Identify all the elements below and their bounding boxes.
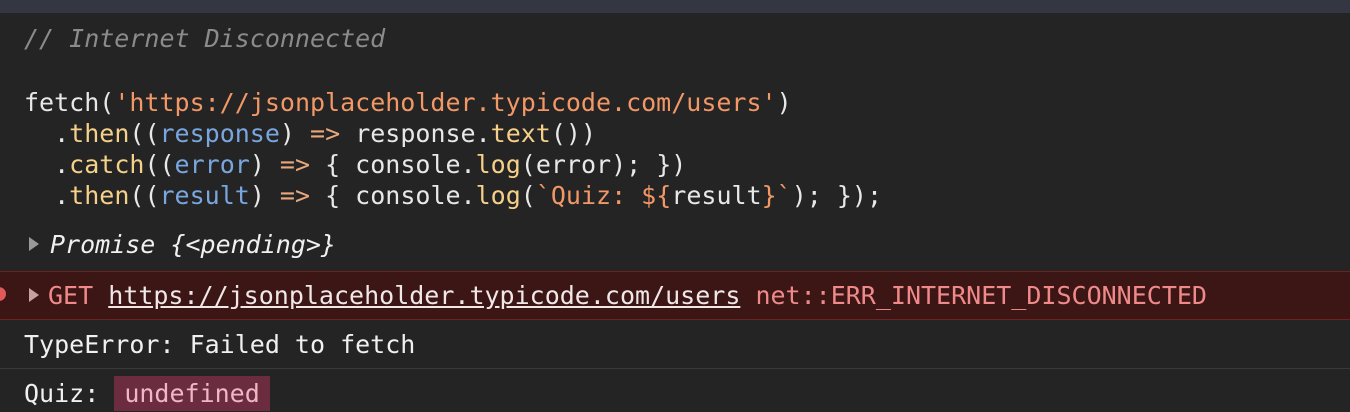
code-arrow: => (279, 150, 311, 179)
code-token: ) (776, 88, 792, 117)
error-method: GET (48, 281, 94, 310)
network-error-text: GET https://jsonplaceholder.typicode.com… (48, 280, 1207, 311)
code-string: 'https://jsonplaceholder.typicode.com/us… (114, 88, 777, 117)
code-token: ) (249, 181, 280, 210)
code-param: response (159, 119, 280, 148)
undefined-value-badge: undefined (114, 376, 270, 411)
code-token: (error); }) (520, 150, 687, 179)
type-error-text: TypeError: Failed to fetch (24, 330, 416, 359)
code-token: ()) (550, 119, 597, 148)
error-code: net::ERR_INTERNET_DISCONNECTED (755, 281, 1207, 310)
promise-result-row[interactable]: Promise {<pending>} (0, 227, 1350, 267)
code-param: error (174, 150, 250, 179)
code-arrow: => (310, 119, 341, 148)
code-token: ( (520, 181, 536, 210)
code-token: fetch (24, 88, 100, 117)
code-token: ( (99, 88, 115, 117)
code-line-then-result: .then((result) => { console.log(`Quiz: $… (24, 180, 882, 211)
error-dot-icon (0, 287, 6, 301)
quiz-log-row: Quiz: undefined (0, 369, 1350, 412)
quiz-label: Quiz: (24, 379, 115, 408)
code-line-catch: .catch((error) => { console.log(error); … (24, 149, 686, 180)
promise-result-text: Promise {<pending>} (50, 230, 336, 259)
code-token: . (54, 150, 70, 179)
code-method: then (69, 181, 130, 210)
code-line-fetch: fetch('https://jsonplaceholder.typicode.… (24, 87, 792, 118)
code-method: text (490, 119, 551, 148)
code-param: result (159, 181, 250, 210)
code-token: . (54, 119, 70, 148)
code-arrow: => (279, 181, 311, 210)
code-token: ) (279, 119, 311, 148)
code-token: { console. (310, 181, 476, 210)
code-method: catch (69, 150, 145, 179)
code-token: { console. (310, 150, 476, 179)
code-template-string: }` (761, 181, 792, 210)
code-template-var: result (671, 181, 762, 210)
code-token: (( (129, 119, 160, 148)
type-error-row: TypeError: Failed to fetch (0, 321, 1350, 369)
code-token: (( (129, 181, 160, 210)
code-template-string: `Quiz: ${ (535, 181, 672, 210)
code-token: response. (340, 119, 491, 148)
code-token: ) (249, 150, 280, 179)
network-error-row[interactable]: GET https://jsonplaceholder.typicode.com… (0, 271, 1350, 320)
code-method: log (475, 181, 521, 210)
code-line-then-response: .then((response) => response.text()) (24, 118, 596, 149)
code-method: log (475, 150, 521, 179)
code-token: (( (144, 150, 175, 179)
code-token: . (54, 181, 70, 210)
devtools-toolbar (0, 0, 1350, 13)
code-comment: // Internet Disconnected (24, 24, 386, 53)
error-url-link[interactable]: https://jsonplaceholder.typicode.com/use… (108, 281, 740, 310)
quiz-log-text: Quiz: undefined (24, 376, 270, 411)
triangle-right-icon[interactable] (29, 288, 39, 302)
code-token: ); }); (791, 181, 883, 210)
triangle-right-icon[interactable] (29, 237, 39, 251)
code-method: then (69, 119, 130, 148)
console-panel: // Internet Disconnected fetch('https://… (0, 13, 1350, 412)
